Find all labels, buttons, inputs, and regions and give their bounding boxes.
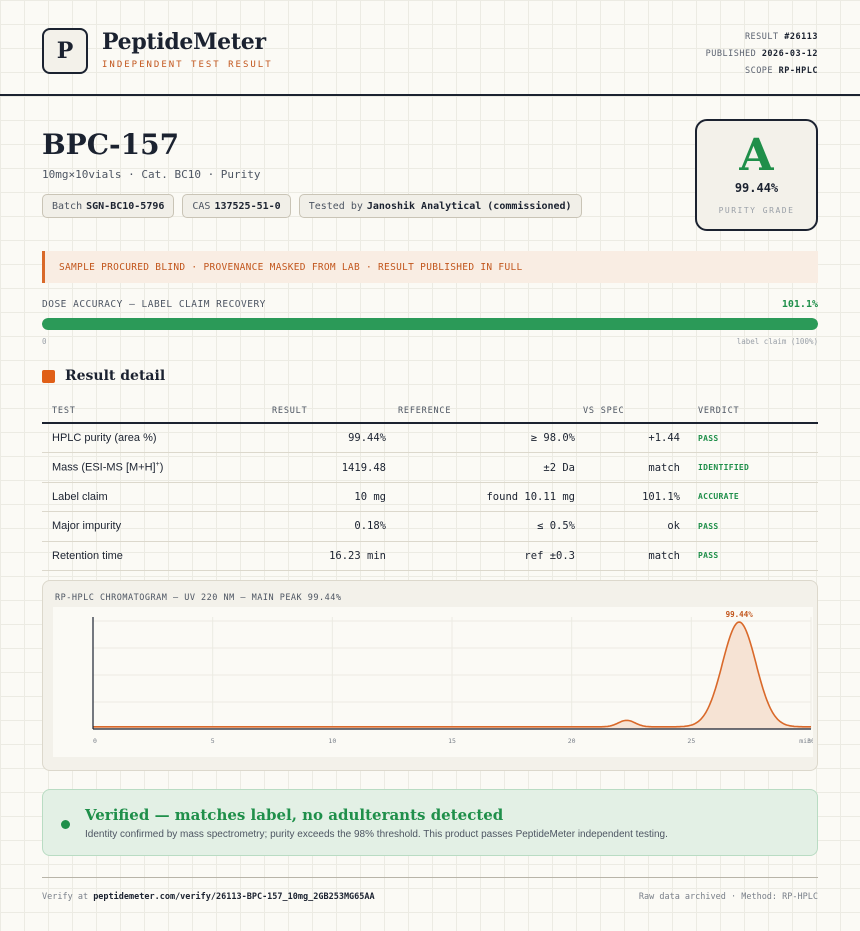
brand-name: PeptideMeter [102, 29, 266, 55]
header-divider [0, 94, 860, 96]
verified-dot-icon [61, 820, 70, 829]
col-reference: REFERENCE [398, 406, 452, 416]
verify-line: Verify at peptidemeter.com/verify/26113-… [42, 892, 375, 902]
verify-link[interactable]: peptidemeter.com/verify/26113-BPC-157_10… [93, 892, 374, 902]
table-row: Mass (ESI-MS [M+H]+) 1419.48 ±2 Da match… [42, 453, 818, 483]
x-tick-label: 5 [211, 737, 215, 745]
product-subtitle: 10mg×10vials · Cat. BC10 · Purity [42, 168, 261, 181]
batch-chip: Batch SGN-BC10-5796 [42, 194, 175, 218]
grade-letter: A [739, 130, 774, 181]
dose-progress-track [42, 318, 818, 330]
test-reference: ±2 Da [543, 461, 575, 474]
brand-logo: P [42, 28, 88, 74]
scope-value: RP-HPLC [778, 66, 818, 76]
chromatogram-title: RP-HPLC CHROMATOGRAM — UV 220 NM — MAIN … [55, 593, 342, 603]
product-chips: Batch SGN-BC10-5796 CAS 137525-51-0 Tested… [42, 194, 582, 218]
purity-grade-card: A 99.44% PURITY GRADE [695, 119, 818, 231]
table-row: Major impurity 0.18% ≤ 0.5% ok PASS [42, 512, 818, 542]
test-vs-spec: ok [667, 520, 680, 533]
result-number: #26113 [784, 32, 818, 42]
test-reference: ≤ 0.5% [537, 520, 575, 533]
product-title: BPC-157 [42, 128, 180, 161]
table-row: Label claim 10 mg found 10.11 mg 101.1% … [42, 483, 818, 513]
brand-tagline: INDEPENDENT TEST RESULT [102, 60, 273, 70]
test-verdict: PASS [698, 521, 719, 531]
x-tick-label: 25 [687, 737, 695, 745]
logo-letter: P [56, 38, 74, 64]
test-vs-spec: +1.44 [648, 432, 680, 445]
published-date: 2026-03-12 [761, 49, 818, 59]
test-reference: ≥ 98.0% [530, 432, 575, 445]
col-result: RESULT [272, 406, 308, 416]
x-tick-label: 15 [448, 737, 456, 745]
test-result: 99.44% [348, 432, 386, 445]
dose-accuracy-value: 101.1% [781, 299, 818, 310]
test-result: 0.18% [354, 520, 386, 533]
meta-published: PUBLISHED 2026-03-12 [705, 49, 818, 59]
test-result: 1419.48 [341, 461, 386, 474]
test-vs-spec: 101.1% [642, 490, 680, 503]
x-unit-label: min [799, 737, 811, 745]
verified-subtitle: Identity confirmed by mass spectrometry;… [85, 829, 668, 840]
chromatogram-panel: RP-HPLC CHROMATOGRAM — UV 220 NM — MAIN … [42, 580, 818, 771]
test-verdict: PASS [698, 551, 719, 561]
table-row: Retention time 16.23 min ref ±0.3 match … [42, 542, 818, 571]
test-verdict: IDENTIFIED [698, 463, 750, 473]
test-verdict: ACCURATE [698, 492, 739, 502]
test-reference: found 10.11 mg [486, 490, 575, 503]
test-vs-spec: match [648, 549, 680, 562]
verified-panel: Verified — matches label, no adulterants… [42, 789, 818, 856]
test-verdict: PASS [698, 433, 719, 443]
dose-min-label: 0 [42, 337, 47, 346]
cas-chip: CAS 137525-51-0 [182, 194, 291, 218]
result-meta: RESULT #26113 PUBLISHED 2026-03-12 SCOPE… [706, 29, 818, 80]
footer-divider [42, 877, 818, 878]
test-result: 16.23 min [329, 549, 386, 562]
dose-max-label: label claim (100%) [736, 337, 818, 346]
tested-by-chip: Tested by Janoshik Analytical (commission… [298, 194, 582, 218]
footer-method: Raw data archived · Method: RP-HPLC [638, 892, 818, 902]
test-result: 10 mg [354, 490, 386, 503]
chromatogram-plot: 0 5 10 15 20 25 30 min 99.44% [53, 607, 815, 757]
test-name: Mass (ESI-MS [M+H]+) [52, 461, 164, 474]
dose-accuracy-label: DOSE ACCURACY — LABEL CLAIM RECOVERY [42, 299, 266, 310]
verified-title: Verified — matches label, no adulterants… [85, 806, 504, 824]
x-tick-label: 10 [328, 737, 336, 745]
test-name: Label claim [52, 490, 108, 503]
result-table: TEST RESULT REFERENCE VS SPEC VERDICT HP… [42, 400, 818, 571]
table-row: HPLC purity (area %) 99.44% ≥ 98.0% +1.4… [42, 424, 818, 454]
col-vs-spec: VS SPEC [583, 406, 625, 416]
meta-result: RESULT #26113 [744, 32, 818, 42]
section-marker [42, 370, 55, 383]
grade-caption: PURITY GRADE [718, 206, 795, 215]
chromatogram-svg: 0 5 10 15 20 25 30min99.44% [92, 610, 815, 745]
table-header: TEST RESULT REFERENCE VS SPEC VERDICT [42, 400, 818, 424]
test-reference: ref ±0.3 [524, 549, 575, 562]
x-tick-label: 0 [93, 737, 97, 745]
test-name: HPLC purity (area %) [52, 432, 157, 445]
peak-label: 99.44% [726, 610, 754, 619]
blind-sample-banner: SAMPLE PROCURED BLIND · PROVENANCE MASKE… [42, 251, 818, 283]
test-vs-spec: match [648, 461, 680, 474]
grade-value: 99.44% [734, 181, 779, 195]
test-name: Major impurity [52, 520, 122, 533]
meta-scope: SCOPE RP-HPLC [744, 66, 818, 76]
col-verdict: VERDICT [698, 406, 740, 416]
dose-progress-fill [42, 318, 818, 330]
test-name: Retention time [52, 549, 123, 562]
x-tick-label: 20 [568, 737, 576, 745]
section-title: Result detail [65, 368, 166, 384]
col-test: TEST [52, 406, 76, 416]
